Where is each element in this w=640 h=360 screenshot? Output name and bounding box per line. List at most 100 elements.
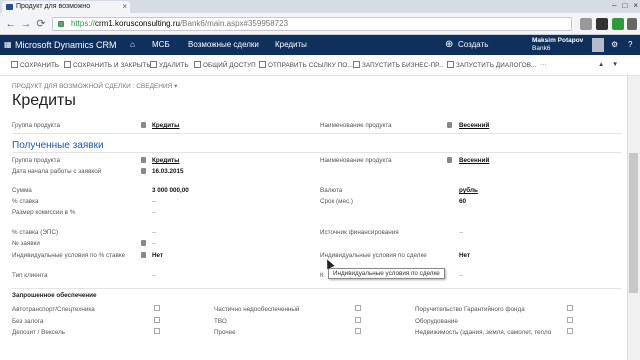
share-label: ОБЩИЙ ДОСТУП: [203, 62, 256, 69]
browser-tab[interactable]: Продукт для возможно ×: [2, 1, 130, 13]
tab-close-icon[interactable]: ×: [122, 1, 127, 13]
user-org: Bank6: [532, 45, 551, 52]
delete-button[interactable]: УДАЛИТЬ: [150, 61, 189, 69]
rate-value[interactable]: --: [152, 198, 156, 205]
header-name-value[interactable]: Весенний: [459, 122, 489, 129]
collateral-checkbox[interactable]: [154, 328, 160, 334]
save-button[interactable]: СОХРАНИТЬ: [11, 61, 59, 69]
field-value[interactable]: --: [459, 272, 463, 279]
email-link-button[interactable]: ОТПРАВИТЬ ССЫЛКУ ПО...: [259, 61, 353, 69]
nav-crumb-opportunities[interactable]: Возможные сделки: [188, 35, 259, 55]
collateral-label: Поручительство Гарантийного фонда: [415, 306, 525, 313]
avatar[interactable]: [592, 38, 604, 52]
field-label: Дата начала работы с заявкой: [12, 168, 102, 175]
window-close-button[interactable]: ×: [633, 1, 638, 10]
window-maximize-button[interactable]: □: [622, 1, 627, 10]
reload-button[interactable]: ⟳: [34, 17, 48, 31]
settings-icon[interactable]: ⚙: [611, 35, 618, 55]
collateral-label: Автотранспорт/Спецтехника: [12, 306, 95, 313]
window-controls: – □ ×: [612, 1, 638, 10]
url-scheme: https://: [71, 19, 96, 28]
collateral-label: ТВО: [214, 318, 227, 325]
collateral-checkbox[interactable]: [567, 317, 573, 323]
collateral-label: Недвижимость (здания, земля, самолет, те…: [415, 329, 552, 336]
field-label: Индивидуальные условия по % ставке: [12, 252, 126, 259]
app-grid-icon[interactable]: ▦: [4, 35, 12, 55]
save-close-label: СОХРАНИТЬ И ЗАКРЫТЬ: [73, 62, 151, 69]
application-number-value[interactable]: --: [152, 240, 156, 247]
user-info[interactable]: Maksim Potapov Bank6: [532, 37, 583, 53]
create-plus-icon[interactable]: ⊕: [445, 35, 453, 55]
funding-source-value[interactable]: --: [459, 229, 463, 236]
field-label: Индивидуальные условия по сделке: [320, 252, 427, 259]
collateral-label: Частично недообеспеченный: [214, 306, 300, 313]
extension-green-icon[interactable]: [612, 18, 624, 30]
lock-icon: [141, 168, 146, 174]
save-close-icon: [64, 61, 71, 68]
individual-terms-value[interactable]: Нет: [459, 252, 470, 259]
share-button[interactable]: ОБЩИЙ ДОСТУП: [194, 61, 256, 69]
save-close-button[interactable]: СОХРАНИТЬ И ЗАКРЫТЬ: [64, 61, 151, 69]
extension-icon[interactable]: [596, 18, 608, 30]
workflow-icon: [353, 61, 360, 68]
commission-value[interactable]: --: [152, 209, 156, 216]
share-icon: [194, 61, 201, 68]
individual-rate-value[interactable]: Нет: [152, 252, 163, 259]
collateral-checkbox[interactable]: [567, 328, 573, 334]
more-commands-icon[interactable]: ···: [540, 61, 547, 68]
collateral-checkbox[interactable]: [355, 317, 361, 323]
record-down-icon[interactable]: ▼: [612, 61, 618, 68]
collateral-checkbox[interactable]: [355, 328, 361, 334]
collateral-checkbox[interactable]: [355, 305, 361, 311]
header-group-label: Группа продукта: [12, 122, 60, 129]
secure-lock-icon: [58, 21, 64, 27]
run-workflow-button[interactable]: ЗАПУСТИТЬ БИЗНЕС-ПР...: [353, 61, 444, 69]
bookmark-star-icon[interactable]: [580, 18, 592, 30]
url-input[interactable]: https://crm1.korusconsulting.ru/Bank6/ma…: [52, 17, 572, 31]
create-button[interactable]: Создать: [458, 35, 488, 55]
eps-rate-value[interactable]: --: [152, 229, 156, 236]
client-type-value[interactable]: --: [152, 272, 156, 279]
dynamics-favicon-icon: [6, 4, 13, 10]
lock-icon: [447, 122, 452, 128]
product-name-value[interactable]: Весенний: [459, 157, 489, 164]
email-link-label: ОТПРАВИТЬ ССЫЛКУ ПО...: [268, 62, 353, 69]
help-icon[interactable]: ?: [628, 35, 632, 55]
header-group-value[interactable]: Кредиты: [152, 122, 180, 129]
window-minimize-button[interactable]: –: [612, 1, 616, 10]
divider: [12, 288, 622, 289]
collateral-checkbox[interactable]: [154, 305, 160, 311]
start-date-value[interactable]: 16.03.2015: [152, 168, 184, 175]
delete-label: УДАЛИТЬ: [159, 62, 189, 69]
product-group-value[interactable]: Кредиты: [152, 157, 180, 164]
field-label: Наименование продукта: [320, 157, 392, 164]
field-label-hidden: К: [320, 272, 324, 279]
save-label: СОХРАНИТЬ: [20, 62, 60, 69]
forward-button[interactable]: →: [19, 17, 33, 31]
field-label: Группа продукта: [12, 157, 60, 164]
currency-value[interactable]: рубль: [459, 187, 478, 194]
back-button[interactable]: ←: [4, 17, 18, 31]
lock-icon: [447, 157, 452, 163]
collateral-checkbox[interactable]: [154, 317, 160, 323]
field-label: Источник финансирования: [320, 229, 399, 236]
collateral-label: Депозит / Вексель: [12, 329, 66, 336]
chrome-menu-icon[interactable]: [627, 18, 637, 30]
nav-crumb-msb[interactable]: МСБ: [152, 35, 170, 55]
record-up-icon[interactable]: ▲: [598, 61, 604, 68]
field-label: Сумма: [12, 187, 32, 194]
user-name: Maksim Potapov: [532, 37, 584, 44]
nav-crumb-credits[interactable]: Кредиты: [275, 35, 307, 55]
term-value[interactable]: 60: [459, 198, 466, 205]
app-name[interactable]: Microsoft Dynamics CRM: [15, 35, 117, 55]
form-type-label[interactable]: ПРОДУКТ ДЛЯ ВОЗМОЖНОЙ СДЕЛКИ : СВЕДЕНИЯ …: [12, 82, 177, 90]
run-workflow-label: ЗАПУСТИТЬ БИЗНЕС-ПР...: [362, 62, 444, 69]
header-name-label: Наименование продукта: [320, 122, 392, 129]
scrollbar-thumb[interactable]: [629, 153, 638, 293]
collateral-checkbox[interactable]: [567, 305, 573, 311]
amount-value[interactable]: 3 000 000,00: [152, 187, 189, 194]
home-icon[interactable]: ⌂: [130, 35, 135, 55]
collateral-label: Прочее: [214, 329, 236, 336]
start-dialog-button[interactable]: ЗАПУСТИТЬ ДИАЛОГОВ...: [447, 61, 537, 69]
dialog-icon: [447, 61, 454, 68]
